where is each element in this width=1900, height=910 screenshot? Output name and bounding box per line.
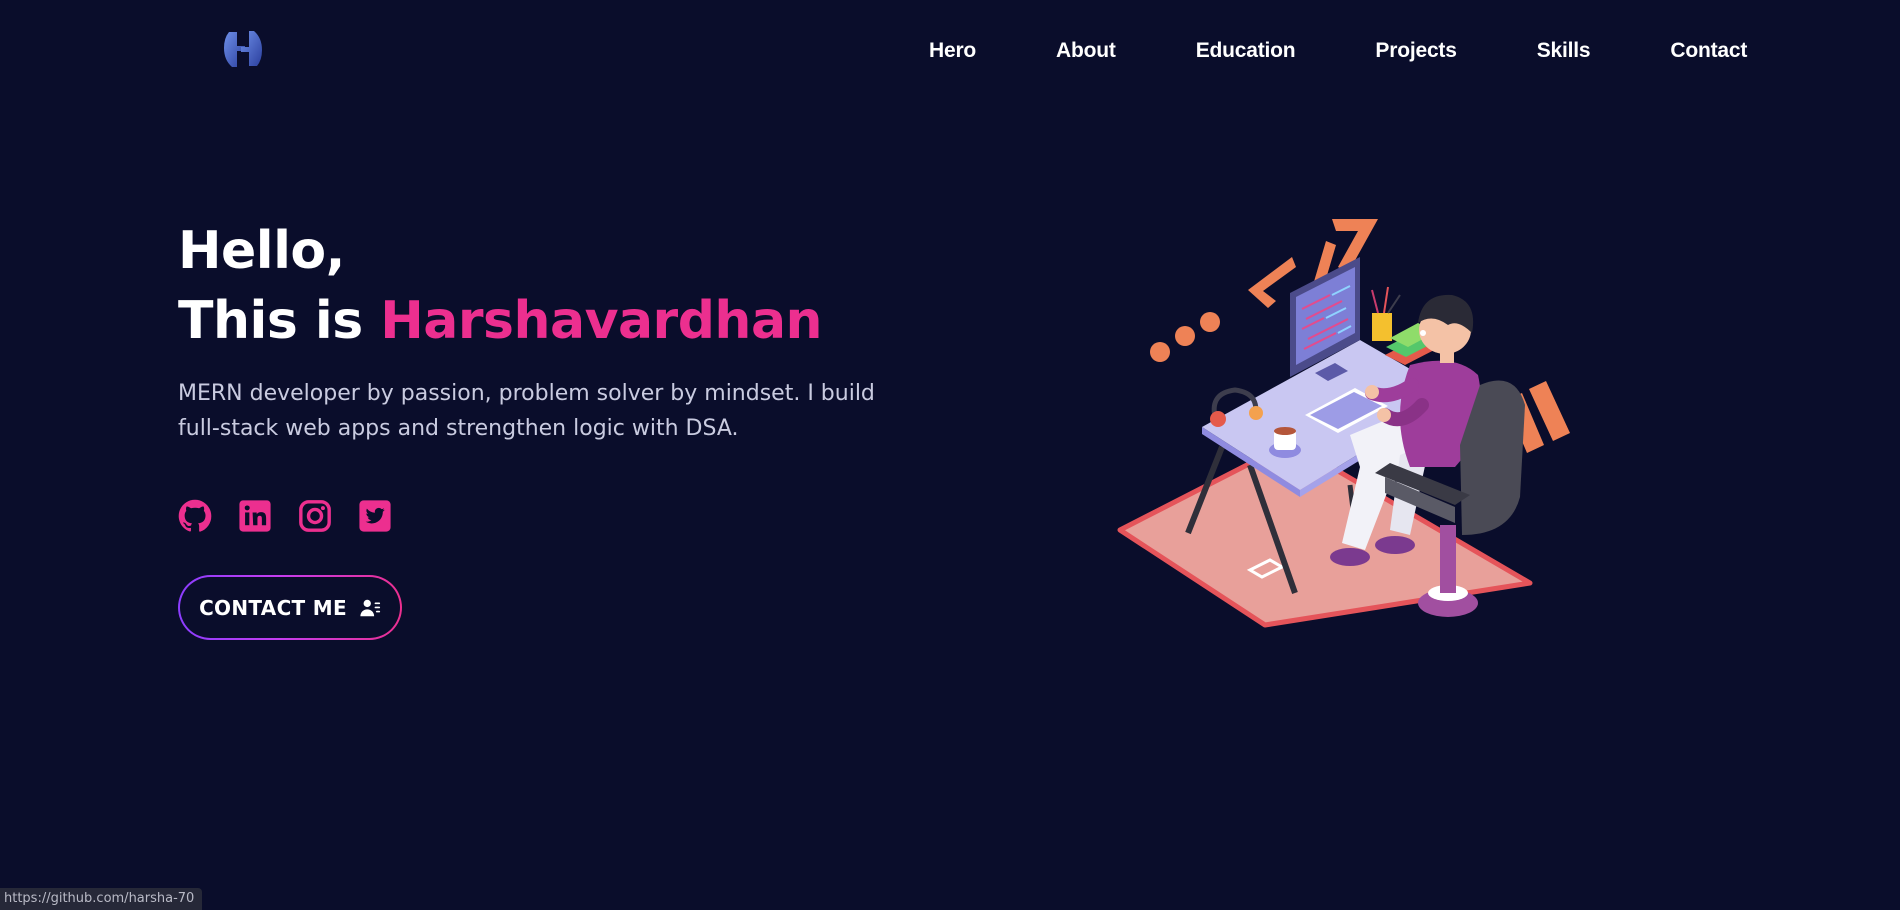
social-links (178, 499, 392, 533)
hero-tagline: MERN developer by passion, problem solve… (178, 381, 875, 441)
status-bar-url: https://github.com/harsha-70 (0, 888, 203, 910)
nav-link-hero[interactable]: Hero (929, 36, 976, 66)
contact-me-label: CONTACT ME (199, 595, 347, 620)
twitter-icon[interactable] (358, 499, 392, 533)
hero-greeting: Hello, (178, 221, 345, 281)
page: Hero About Education Projects Skills Con… (0, 0, 1900, 910)
nav-link-skills[interactable]: Skills (1537, 36, 1591, 66)
hero-name: Harshavardhan (380, 291, 823, 351)
contact-card-icon (360, 599, 381, 616)
contact-me-button[interactable]: CONTACT ME (178, 575, 402, 640)
hero-intro: This is Harshavardhan (178, 286, 938, 356)
nav-link-projects[interactable]: Projects (1375, 36, 1456, 66)
developer-illustration (1117, 219, 1570, 628)
nav-link-contact[interactable]: Contact (1670, 36, 1747, 66)
hero-intro-prefix: This is (178, 291, 381, 351)
instagram-icon[interactable] (298, 499, 332, 533)
contact-me-button-inner: CONTACT ME (180, 577, 400, 638)
main-nav: Hero About Education Projects Skills Con… (929, 36, 1747, 66)
nav-link-about[interactable]: About (1056, 36, 1116, 66)
nav-link-education[interactable]: Education (1196, 36, 1296, 66)
hero-section: Hello, This is Harshavardhan MERN develo… (178, 216, 938, 446)
github-icon[interactable] (178, 499, 212, 533)
logo-icon[interactable] (220, 26, 266, 72)
linkedin-icon[interactable] (238, 499, 272, 533)
